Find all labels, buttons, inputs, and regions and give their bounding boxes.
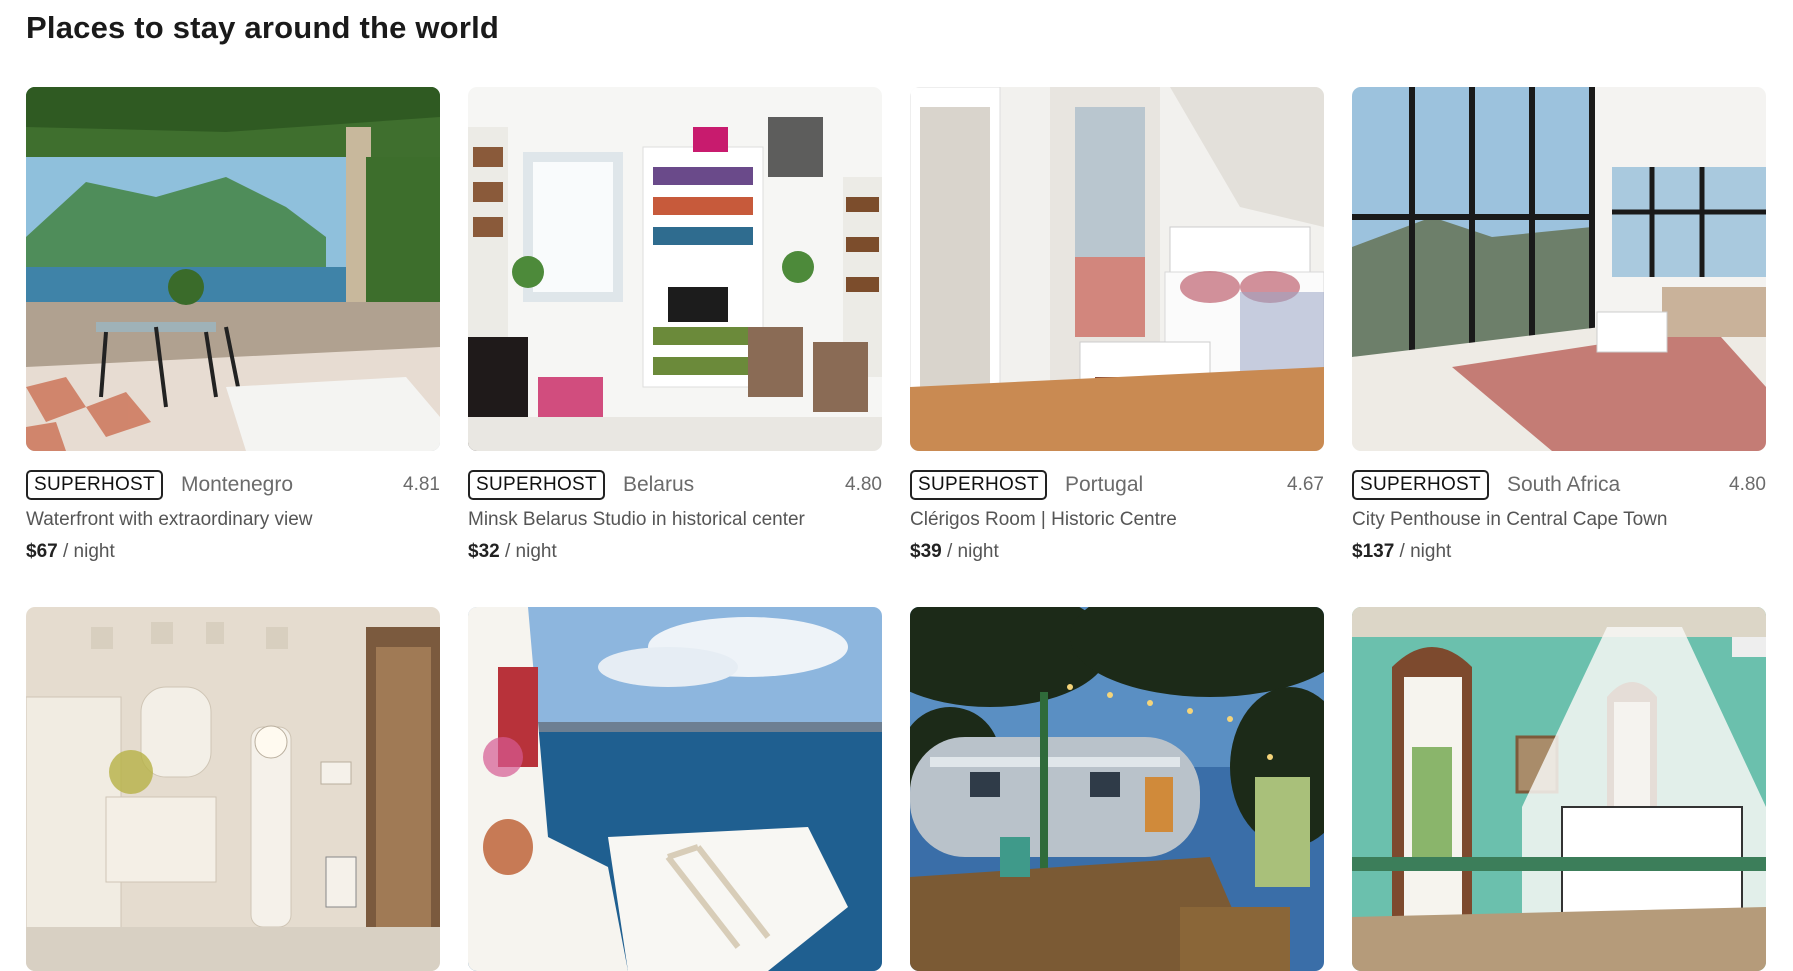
listing-photo-white-bedroom[interactable] bbox=[910, 87, 1324, 451]
listing-title[interactable]: Waterfront with extraordinary view bbox=[26, 509, 440, 531]
listing-country: Montenegro bbox=[180, 473, 294, 496]
superhost-badge: SUPERHOST bbox=[1352, 470, 1489, 500]
listing-card[interactable] bbox=[26, 607, 440, 971]
listing-photo-vintage-room[interactable] bbox=[26, 607, 440, 971]
listing-country: Belarus bbox=[622, 473, 695, 496]
listing-card[interactable]: SUPERHOST Montenegro 4.81 Waterfront wit… bbox=[26, 87, 440, 563]
listing-photo-green-bedroom[interactable] bbox=[1352, 607, 1766, 971]
listing-price: $32 bbox=[468, 541, 500, 562]
listing-photo-airstream[interactable] bbox=[910, 607, 1324, 971]
listing-price-line: $67 / night bbox=[26, 541, 440, 563]
listing-price: $137 bbox=[1352, 541, 1395, 562]
listings-grid: SUPERHOST Montenegro 4.81 Waterfront wit… bbox=[26, 87, 1766, 971]
price-unit: / night bbox=[499, 541, 557, 562]
listing-photo-santorini[interactable] bbox=[468, 607, 882, 971]
listing-price: $67 bbox=[26, 541, 58, 562]
price-unit: / night bbox=[1394, 541, 1452, 562]
superhost-badge: SUPERHOST bbox=[910, 470, 1047, 500]
listing-card[interactable]: SUPERHOST South Africa 4.80 City Penthou… bbox=[1352, 87, 1766, 563]
superhost-badge: SUPERHOST bbox=[468, 470, 605, 500]
listing-card[interactable]: SUPERHOST Portugal 4.67 Clérigos Room | … bbox=[910, 87, 1324, 563]
listing-rating: 4.67 bbox=[1287, 474, 1324, 495]
listing-price-line: $39 / night bbox=[910, 541, 1324, 563]
listing-card[interactable]: SUPERHOST Belarus 4.80 Minsk Belarus Stu… bbox=[468, 87, 882, 563]
listing-title[interactable]: Minsk Belarus Studio in historical cente… bbox=[468, 509, 882, 531]
listing-price-line: $137 / night bbox=[1352, 541, 1766, 563]
listing-card[interactable] bbox=[468, 607, 882, 971]
listing-photo-terrace-lake[interactable] bbox=[26, 87, 440, 451]
listing-photo-penthouse[interactable] bbox=[1352, 87, 1766, 451]
listing-rating: 4.80 bbox=[1729, 474, 1766, 495]
listing-card[interactable] bbox=[1352, 607, 1766, 971]
price-unit: / night bbox=[941, 541, 999, 562]
listing-price-line: $32 / night bbox=[468, 541, 882, 563]
listing-country: Portugal bbox=[1064, 473, 1144, 496]
listing-photo-white-studio[interactable] bbox=[468, 87, 882, 451]
listing-title[interactable]: City Penthouse in Central Cape Town bbox=[1352, 509, 1766, 531]
listing-rating: 4.81 bbox=[403, 474, 440, 495]
listing-country: South Africa bbox=[1506, 473, 1621, 496]
listing-title[interactable]: Clérigos Room | Historic Centre bbox=[910, 509, 1324, 531]
page-title: Places to stay around the world bbox=[26, 10, 500, 45]
listing-price: $39 bbox=[910, 541, 942, 562]
price-unit: / night bbox=[57, 541, 115, 562]
superhost-badge: SUPERHOST bbox=[26, 470, 163, 500]
listing-rating: 4.80 bbox=[845, 474, 882, 495]
listing-card[interactable] bbox=[910, 607, 1324, 971]
